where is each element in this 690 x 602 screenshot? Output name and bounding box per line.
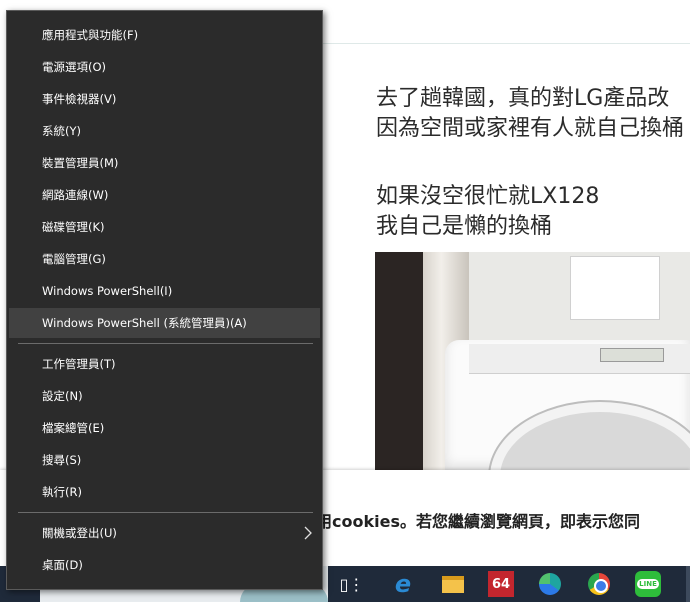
- menu-item-power-options[interactable]: 電源選項(O): [9, 52, 320, 82]
- washing-machine-photo: [375, 252, 690, 472]
- menu-item-system[interactable]: 系統(Y): [9, 116, 320, 146]
- menu-item-search[interactable]: 搜尋(S): [9, 445, 320, 475]
- menu-item-powershell[interactable]: Windows PowerShell(I): [9, 276, 320, 306]
- article-text: 去了趟韓國，真的對LG產品改 因為空間或家裡有人就自己換桶 如果沒空很忙就LX1…: [376, 84, 690, 242]
- edge-icon[interactable]: [537, 571, 563, 597]
- menu-item-run[interactable]: 執行(R): [9, 477, 320, 507]
- menu-item-powershell-admin[interactable]: Windows PowerShell (系統管理員)(A): [9, 308, 320, 338]
- article-line: 我自己是懶的換桶: [376, 214, 553, 239]
- article-blank-line: [376, 144, 690, 182]
- menu-item-device-manager[interactable]: 裝置管理員(M): [9, 148, 320, 178]
- cookie-banner-text: 用cookies。若您繼續瀏覽網頁，即表示您同: [316, 512, 640, 531]
- line-icon-label: LINE: [637, 579, 659, 589]
- menu-item-apps-features[interactable]: 應用程式與功能(F): [9, 20, 320, 50]
- menu-item-disk-management[interactable]: 磁碟管理(K): [9, 212, 320, 242]
- menu-separator: [18, 343, 313, 344]
- menu-item-shutdown-signout[interactable]: 關機或登出(U): [9, 518, 320, 548]
- article-line: 因為空間或家裡有人就自己換桶: [376, 116, 685, 141]
- file-explorer-icon[interactable]: [440, 571, 466, 597]
- chrome-icon[interactable]: [586, 571, 612, 597]
- menu-item-file-explorer[interactable]: 檔案總管(E): [9, 413, 320, 443]
- menu-item-network-connections[interactable]: 網路連線(W): [9, 180, 320, 210]
- task-view-icon[interactable]: ▯⋮: [339, 571, 365, 597]
- page-divider: [322, 43, 690, 44]
- winx-quick-link-menu: 應用程式與功能(F) 電源選項(O) 事件檢視器(V) 系統(Y) 裝置管理員(…: [6, 10, 323, 590]
- app-64-icon[interactable]: 64: [488, 571, 514, 597]
- menu-item-settings[interactable]: 設定(N): [9, 381, 320, 411]
- internet-explorer-icon[interactable]: e: [390, 570, 416, 598]
- taskbar-edge: [686, 566, 690, 602]
- article-line: 如果沒空很忙就LX128: [376, 184, 600, 209]
- menu-separator: [18, 512, 313, 513]
- menu-item-event-viewer[interactable]: 事件檢視器(V): [9, 84, 320, 114]
- menu-item-desktop[interactable]: 桌面(D): [9, 550, 320, 580]
- article-line: 去了趟韓國，真的對LG產品改: [376, 86, 670, 111]
- menu-item-task-manager[interactable]: 工作管理員(T): [9, 349, 320, 379]
- menu-item-label: 關機或登出(U): [42, 526, 117, 540]
- chevron-right-icon: [304, 526, 312, 540]
- line-icon[interactable]: LINE: [635, 571, 661, 597]
- menu-item-computer-management[interactable]: 電腦管理(G): [9, 244, 320, 274]
